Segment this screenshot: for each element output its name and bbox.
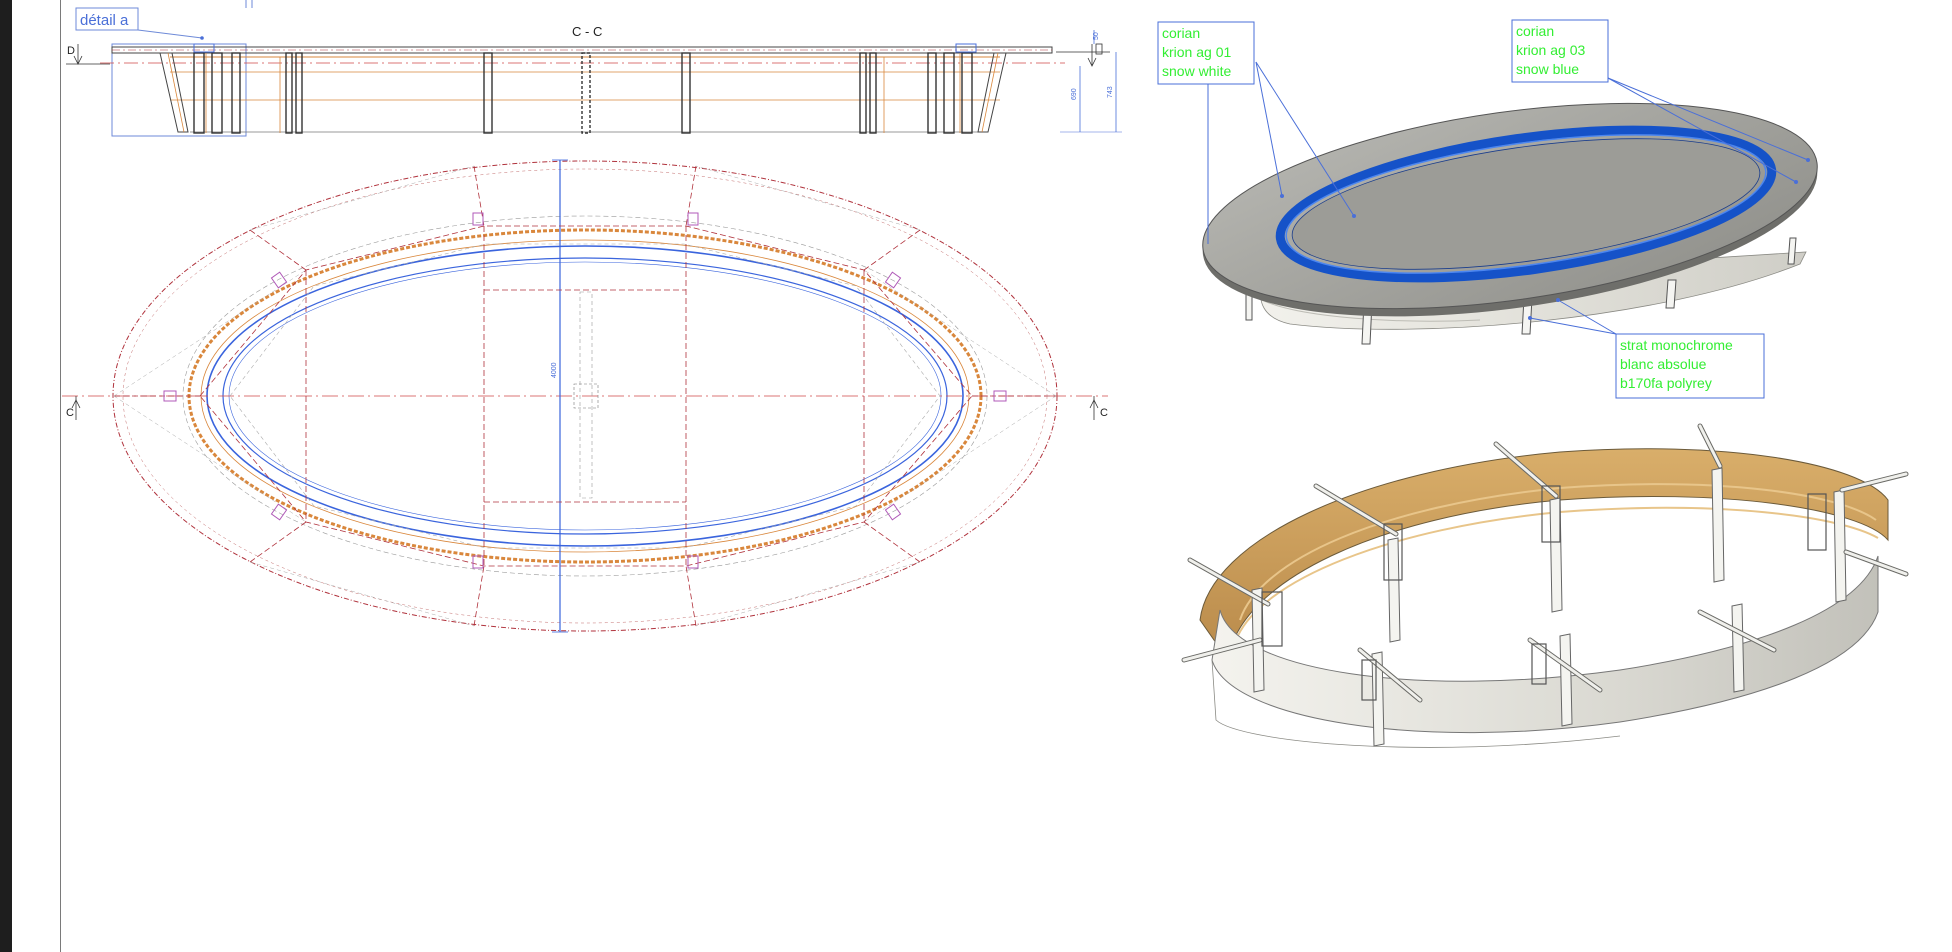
callout-snow-blue-line1: corian xyxy=(1516,23,1554,39)
section-title: C - C xyxy=(572,24,602,39)
callout-snow-white-line2: krion ag 01 xyxy=(1162,44,1231,60)
dim-total: 743 xyxy=(1107,86,1114,98)
plan-view: 4000 C C xyxy=(62,159,1108,633)
callout-snow-white-line1: corian xyxy=(1162,25,1200,41)
marker-d: D xyxy=(67,45,75,57)
callout-snow-white-line3: snow white xyxy=(1162,63,1231,79)
drawing-sheet: détail a C - C D 50 690 743 4000 C C cor… xyxy=(62,0,1909,748)
detail-label: détail a xyxy=(80,12,129,29)
dim-middle: 690 xyxy=(1071,88,1078,100)
callout-polyrey-line3: b170fa polyrey xyxy=(1620,375,1712,391)
callout-polyrey-line2: blanc absolue xyxy=(1620,356,1707,372)
callout-snow-blue-line2: krion ag 03 xyxy=(1516,42,1585,58)
dim-small: 50 xyxy=(1093,32,1100,40)
section-mark-left: C xyxy=(66,407,74,419)
frame-render-3d xyxy=(1181,423,1909,748)
section-view: détail a C - C D 50 690 743 xyxy=(66,0,1122,137)
callout-polyrey-line1: strat monochrome xyxy=(1620,337,1733,353)
table-render-3d xyxy=(1202,102,1818,345)
section-mark-right: C xyxy=(1100,407,1108,419)
plan-dim-width: 4000 xyxy=(551,362,558,378)
callout-snow-blue-line3: snow blue xyxy=(1516,61,1579,77)
